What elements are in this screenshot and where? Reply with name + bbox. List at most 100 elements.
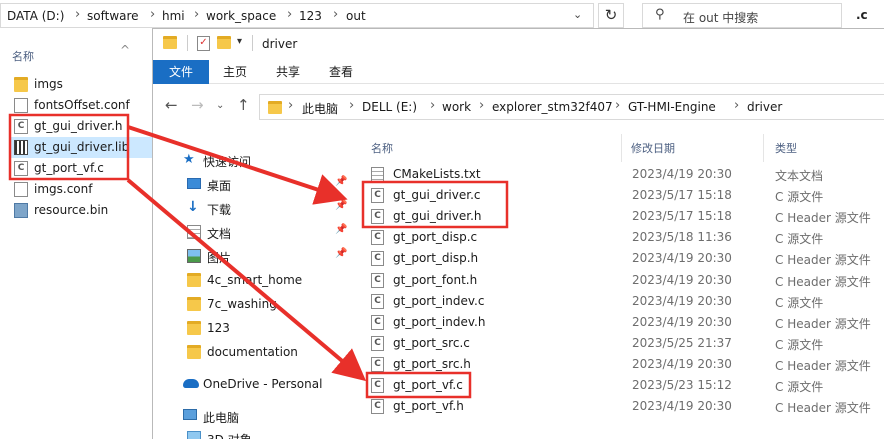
file-row[interactable]: Cgt_port_vf.h 2023/4/19 20:30 C Header 源文件 <box>365 396 884 417</box>
back-address-bar[interactable]: DATA (D:) › software › hmi › work_space … <box>0 3 594 28</box>
tab-view[interactable]: 查看 <box>321 60 361 84</box>
tree-item-3d-objects[interactable]: 3D 对象 <box>181 427 353 439</box>
file-row[interactable]: Cgt_port_indev.c 2023/4/19 20:30 C 源文件 <box>365 291 884 312</box>
pin-icon[interactable]: 📌 <box>335 224 347 235</box>
file-row[interactable]: Cgt_gui_driver.h 2023/5/17 15:18 C Header … <box>365 206 884 227</box>
file-date: 2023/4/19 20:30 <box>632 293 732 308</box>
refresh-icon: ↻ <box>604 6 618 24</box>
file-row[interactable]: Cgt_port_indev.h 2023/4/19 20:30 C Header … <box>365 312 884 333</box>
folder-icon <box>163 36 177 49</box>
file-row[interactable]: Cgt_port_disp.h 2023/4/19 20:30 C Header 源… <box>365 248 884 269</box>
customize-toolbar-icon[interactable]: ▾ <box>237 36 242 47</box>
back-file-item-selected[interactable]: gt_gui_driver.lib <box>10 137 156 158</box>
back-arrow-icon[interactable]: ← <box>165 96 178 114</box>
chevron-right-icon: › <box>75 7 81 22</box>
toolbar-divider <box>252 35 253 51</box>
file-name: gt_port_vf.c <box>393 378 463 392</box>
pin-icon[interactable]: 📌 <box>335 200 347 211</box>
tree-item-folder[interactable]: documentation <box>181 341 353 363</box>
file-row[interactable]: Cgt_port_disp.c 2023/5/18 11:36 C 源文件 <box>365 227 884 248</box>
tree-item-downloads[interactable]: ↓ 下载 📌 <box>181 197 353 219</box>
pin-icon[interactable]: 📌 <box>335 176 347 187</box>
tree-item-folder[interactable]: 123 <box>181 317 353 339</box>
3d-objects-icon <box>187 431 201 439</box>
tree-item-label: 3D 对象 <box>207 431 252 439</box>
file-row[interactable]: Cgt_port_font.h 2023/4/19 20:30 C Header 源… <box>365 270 884 291</box>
crumb-explorer-stm32f407[interactable]: explorer_stm32f407 <box>492 100 613 114</box>
back-search-box[interactable]: ⚲ 在 out 中搜索 <box>642 3 842 28</box>
address-bar[interactable]: › 此电脑 › DELL (E:) › work › explorer_stm3… <box>259 94 884 120</box>
back-file-item[interactable]: fontsOffset.conf <box>14 95 154 116</box>
cut-off-text: .c <box>856 8 868 22</box>
config-file-icon <box>14 98 28 113</box>
tree-item-label: 此电脑 <box>203 411 240 425</box>
crumb-driver[interactable]: driver <box>747 100 782 114</box>
file-row[interactable]: Cgt_port_vf.c 2023/5/23 15:12 C 源文件 <box>365 375 884 396</box>
properties-icon[interactable]: ✓ <box>197 36 210 51</box>
tree-item-folder[interactable]: 4c_smart_home <box>181 269 353 291</box>
tree-item-documents[interactable]: 文档 📌 <box>181 221 353 243</box>
forward-arrow-icon[interactable]: → <box>191 96 204 114</box>
back-file-item[interactable]: imgs <box>14 74 154 95</box>
back-crumb-hmi[interactable]: hmi <box>162 9 185 23</box>
tree-item-this-pc[interactable]: 此电脑 <box>177 405 349 427</box>
file-name: gt_gui_driver.c <box>393 188 481 203</box>
back-file-item[interactable]: imgs.conf <box>14 179 154 200</box>
up-arrow-icon[interactable]: ↑ <box>237 96 250 114</box>
tab-share[interactable]: 共享 <box>268 60 308 84</box>
library-file-icon <box>14 140 28 155</box>
toolbar-divider <box>187 35 188 51</box>
back-file-name: gt_port_vf.c <box>34 161 104 175</box>
cloud-icon <box>183 379 199 388</box>
recent-locations-icon[interactable]: ⌄ <box>216 100 224 111</box>
tree-item-quick-access[interactable]: ★ 快速访问 <box>177 149 349 171</box>
crumb-gt-hmi-engine[interactable]: GT-HMI-Engine <box>628 100 716 114</box>
crumb-this-pc[interactable]: 此电脑 <box>302 100 338 117</box>
chevron-right-icon: › <box>479 98 485 113</box>
column-divider[interactable] <box>763 134 764 162</box>
back-file-item[interactable]: resource.bin <box>14 200 154 221</box>
file-date: 2023/4/19 20:30 <box>632 356 732 371</box>
desktop-icon <box>187 178 201 189</box>
file-row[interactable]: Cgt_gui_driver.c 2023/5/17 15:18 C 源文件 <box>365 185 884 206</box>
back-file-item[interactable]: C gt_port_vf.c <box>14 158 154 179</box>
chevron-right-icon: › <box>615 98 621 113</box>
file-row[interactable]: CMakeLists.txt 2023/4/19 20:30 文本文档 <box>365 164 884 185</box>
crumb-dell-e[interactable]: DELL (E:) <box>362 100 417 114</box>
file-type: 文本文档 <box>775 169 824 183</box>
back-crumb-123[interactable]: 123 <box>299 9 322 23</box>
back-crumb-out[interactable]: out <box>346 9 366 23</box>
column-divider[interactable] <box>621 134 622 162</box>
back-crumb-work-space[interactable]: work_space <box>206 9 276 23</box>
back-search-placeholder: 在 out 中搜索 <box>683 11 759 25</box>
file-date: 2023/4/19 20:30 <box>632 314 732 329</box>
file-type: C 源文件 <box>775 232 824 247</box>
tree-item-folder[interactable]: 7c_washing <box>181 293 353 315</box>
refresh-button[interactable]: ↻ <box>598 3 624 28</box>
chevron-right-icon: › <box>194 7 200 22</box>
column-header-date[interactable]: 修改日期 <box>631 140 675 156</box>
chevron-down-icon[interactable]: ⌄ <box>573 8 582 21</box>
file-name: gt_port_src.h <box>393 356 471 371</box>
tree-item-desktop[interactable]: 桌面 📌 <box>181 173 353 195</box>
tab-file[interactable]: 文件 <box>153 60 209 84</box>
tree-item-pictures[interactable]: 图片 📌 <box>181 245 353 267</box>
c-file-icon: C <box>371 230 384 246</box>
back-file-item[interactable]: C gt_gui_driver.h <box>14 116 154 137</box>
picture-icon <box>187 249 201 263</box>
pin-icon[interactable]: 📌 <box>335 248 347 259</box>
column-header-name[interactable]: 名称 <box>371 140 393 156</box>
file-name: gt_port_disp.h <box>393 251 479 266</box>
back-crumb-software[interactable]: software <box>87 9 139 23</box>
file-name: gt_port_indev.h <box>393 314 486 329</box>
crumb-work[interactable]: work <box>442 100 471 114</box>
back-crumb-drive[interactable]: DATA (D:) <box>7 9 64 23</box>
file-row[interactable]: Cgt_port_src.c 2023/5/25 21:37 C 源文件 <box>365 333 884 354</box>
back-column-header-name[interactable]: 名称 <box>12 48 34 64</box>
tree-item-onedrive[interactable]: OneDrive - Personal <box>177 373 349 395</box>
file-row[interactable]: Cgt_port_src.h 2023/4/19 20:30 C Header 源文… <box>365 354 884 375</box>
new-folder-icon[interactable] <box>217 36 231 49</box>
column-header-type[interactable]: 类型 <box>775 140 797 156</box>
file-date: 2023/4/19 20:30 <box>632 251 732 266</box>
tab-home[interactable]: 主页 <box>215 60 255 84</box>
